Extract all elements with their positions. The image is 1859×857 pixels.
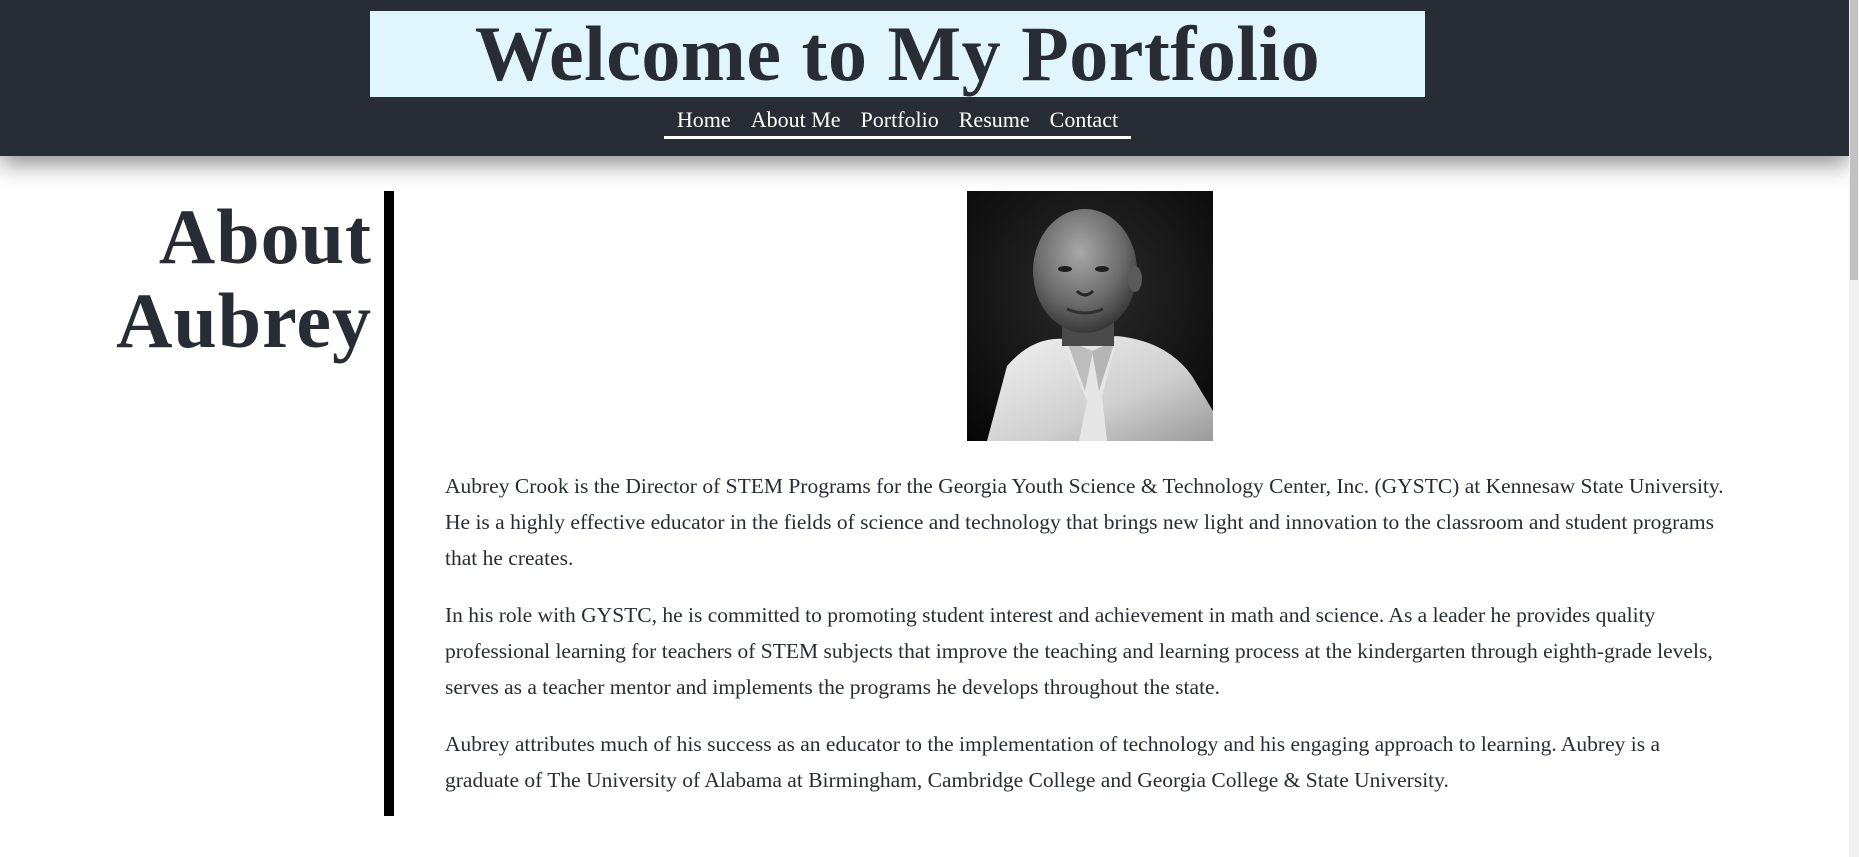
about-bio: Aubrey Crook is the Director of STEM Pro… bbox=[445, 468, 1730, 819]
site-header: Welcome to My Portfolio Home About Me Po… bbox=[0, 0, 1849, 156]
nav-contact-link[interactable]: Contact bbox=[1040, 107, 1128, 133]
nav-home-link[interactable]: Home bbox=[667, 107, 741, 133]
title-banner: Welcome to My Portfolio bbox=[370, 11, 1425, 97]
nav-about-link[interactable]: About Me bbox=[741, 107, 851, 133]
about-heading: About Aubrey bbox=[116, 193, 372, 364]
vertical-divider bbox=[384, 191, 394, 816]
scrollbar-thumb[interactable] bbox=[1850, 0, 1858, 280]
page-scrollbar[interactable] bbox=[1849, 0, 1859, 857]
site-title: Welcome to My Portfolio bbox=[474, 10, 1321, 97]
bio-paragraph: Aubrey Crook is the Director of STEM Pro… bbox=[445, 474, 1724, 570]
nav-resume-link[interactable]: Resume bbox=[949, 107, 1040, 133]
portrait-illustration bbox=[967, 191, 1213, 441]
nav-portfolio-link[interactable]: Portfolio bbox=[851, 107, 949, 133]
main-nav: Home About Me Portfolio Resume Contact bbox=[664, 103, 1131, 139]
portrait-photo bbox=[967, 191, 1213, 441]
bio-paragraph: In his role with GYSTC, he is committed … bbox=[445, 603, 1713, 699]
bio-paragraph: Aubrey attributes much of his success as… bbox=[445, 732, 1661, 792]
